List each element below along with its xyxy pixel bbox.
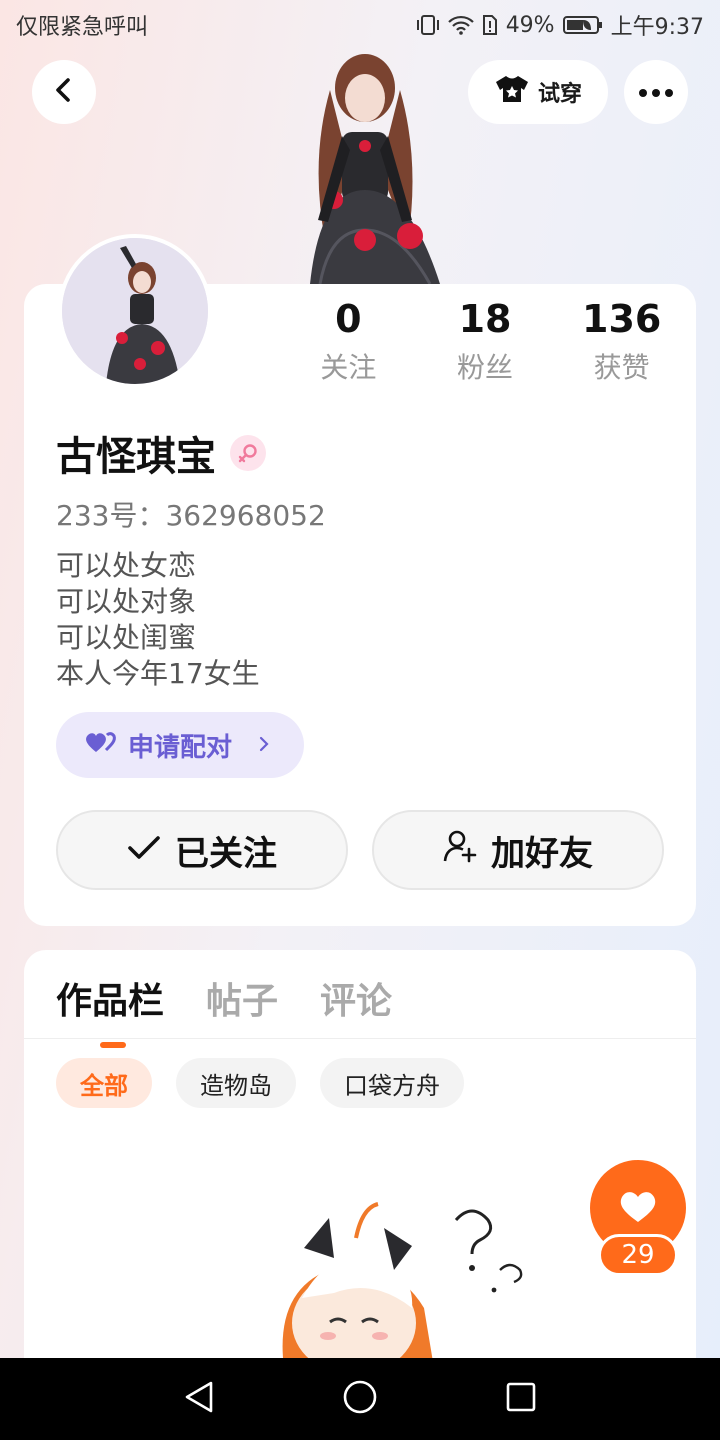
tab-works[interactable]: 作品栏 bbox=[56, 972, 164, 1048]
stat-label: 粉丝 bbox=[457, 351, 514, 384]
bio-line: 本人今年17女生 bbox=[56, 657, 260, 690]
nav-back-icon[interactable] bbox=[183, 1380, 215, 1418]
empty-state-illustration bbox=[244, 1198, 534, 1375]
chip-all[interactable]: 全部 bbox=[56, 1058, 152, 1108]
chip-pocket-ark[interactable]: 口袋方舟 bbox=[320, 1058, 464, 1108]
check-icon bbox=[127, 830, 161, 870]
apply-pair-label: 申请配对 bbox=[128, 732, 233, 763]
stats-row: 0 关注 18 粉丝 136 获赞 bbox=[280, 296, 690, 386]
stat-value: 136 bbox=[582, 297, 662, 341]
add-friend-button[interactable]: 加好友 bbox=[372, 810, 664, 890]
stat-value: 0 bbox=[335, 297, 362, 341]
back-button[interactable] bbox=[32, 60, 96, 124]
add-friend-label: 加好友 bbox=[491, 833, 593, 874]
chip-creation-island[interactable]: 造物岛 bbox=[176, 1058, 296, 1108]
nav-recents-icon[interactable] bbox=[505, 1381, 537, 1417]
bio-line: 可以处闺蜜 bbox=[56, 621, 197, 654]
clock-time: 上午9:37 bbox=[610, 15, 704, 40]
status-carrier-text: 仅限紧急呼叫 bbox=[16, 15, 149, 40]
stat-value: 18 bbox=[458, 297, 512, 341]
character-avatar-3d[interactable] bbox=[270, 40, 460, 290]
tab-comments[interactable]: 评论 bbox=[320, 972, 392, 1024]
vibrate-icon bbox=[416, 14, 440, 36]
nav-home-icon[interactable] bbox=[342, 1379, 378, 1419]
status-right: 49% 上午9:37 bbox=[416, 9, 704, 41]
tab-posts[interactable]: 帖子 bbox=[206, 972, 278, 1024]
works-card: 作品栏 帖子 评论 全部 造物岛 口袋方舟 bbox=[24, 950, 696, 1375]
female-icon bbox=[230, 435, 266, 471]
stat-label: 关注 bbox=[320, 351, 377, 384]
filter-chips: 全部 造物岛 口袋方舟 bbox=[56, 1058, 464, 1108]
more-options-button[interactable] bbox=[624, 60, 688, 124]
divider bbox=[24, 1038, 696, 1039]
stat-likes[interactable]: 136 获赞 bbox=[553, 296, 690, 386]
battery-percent: 49% bbox=[505, 12, 555, 38]
user-bio: 可以处女恋 可以处对象 可以处闺蜜 本人今年17女生 bbox=[56, 548, 260, 692]
system-nav-bar bbox=[0, 1358, 720, 1440]
tshirt-icon bbox=[494, 74, 530, 110]
sim-alert-icon bbox=[482, 14, 498, 36]
bio-line: 可以处女恋 bbox=[56, 549, 197, 582]
bio-line: 可以处对象 bbox=[56, 585, 197, 618]
more-dots-icon bbox=[638, 83, 674, 102]
apply-pair-button[interactable]: 申请配对 bbox=[56, 712, 304, 778]
chevron-right-icon bbox=[258, 730, 270, 760]
avatar[interactable] bbox=[58, 234, 212, 388]
try-on-button[interactable]: 试穿 bbox=[468, 60, 608, 124]
try-on-label: 试穿 bbox=[537, 82, 582, 107]
stat-label: 获赞 bbox=[593, 351, 650, 384]
following-label: 已关注 bbox=[175, 833, 277, 874]
battery-icon bbox=[562, 15, 603, 35]
user-id: 233号：362968052 bbox=[56, 499, 326, 532]
user-name: 古怪琪宝 bbox=[56, 434, 216, 480]
wifi-icon bbox=[447, 15, 474, 35]
back-arrow-icon bbox=[52, 76, 76, 108]
like-count: 29 bbox=[598, 1234, 678, 1276]
heart-icon bbox=[618, 1188, 658, 1228]
stat-fans[interactable]: 18 粉丝 bbox=[417, 296, 554, 386]
stat-following[interactable]: 0 关注 bbox=[280, 296, 417, 386]
hearts-icon bbox=[84, 730, 118, 761]
following-button[interactable]: 已关注 bbox=[56, 810, 348, 890]
name-row: 古怪琪宝 bbox=[56, 424, 266, 482]
add-friend-icon bbox=[443, 829, 477, 872]
content-tabs: 作品栏 帖子 评论 bbox=[56, 972, 392, 1048]
